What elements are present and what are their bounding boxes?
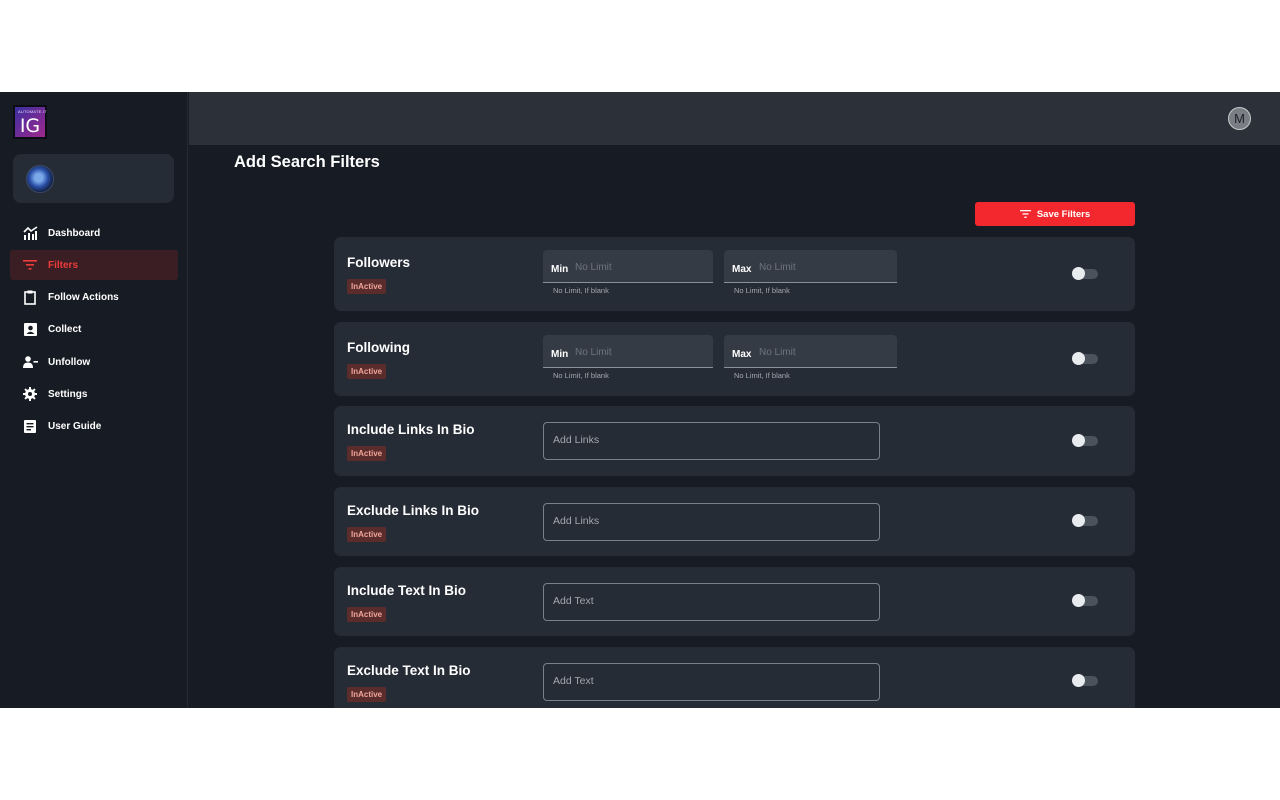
save-filters-button[interactable]: Save Filters xyxy=(975,202,1135,226)
sidebar-nav: Dashboard Filters Follow Actions Collect xyxy=(10,218,178,444)
sidebar-item-label: Collect xyxy=(48,324,82,336)
gear-icon xyxy=(22,386,38,402)
following-min-input[interactable] xyxy=(575,347,685,358)
filter-card-include-text: Include Text In Bio InActive xyxy=(334,567,1135,636)
following-min-field[interactable]: Min xyxy=(543,335,713,368)
include-text-toggle[interactable] xyxy=(1072,594,1098,607)
toggle-knob xyxy=(1072,434,1085,447)
sidebar-item-collect[interactable]: Collect xyxy=(10,315,178,345)
include-links-toggle[interactable] xyxy=(1072,434,1098,447)
followers-toggle[interactable] xyxy=(1072,267,1098,280)
followers-max-field[interactable]: Max xyxy=(724,250,897,283)
include-links-field[interactable] xyxy=(543,422,880,460)
following-toggle[interactable] xyxy=(1072,352,1098,365)
filter-card-exclude-text: Exclude Text In Bio InActive xyxy=(334,647,1135,708)
filter-title: Include Text In Bio xyxy=(347,583,467,598)
filter-card-exclude-links: Exclude Links In Bio InActive xyxy=(334,487,1135,556)
app-window: AUTOMATE.IT IG Dashboard Filters Follow … xyxy=(0,92,1280,708)
sidebar-item-label: Unfollow xyxy=(48,356,91,368)
save-filters-label: Save Filters xyxy=(1036,208,1091,220)
sidebar: AUTOMATE.IT IG Dashboard Filters Follow … xyxy=(0,92,188,708)
sidebar-item-label: Filters xyxy=(48,259,79,271)
sidebar-item-label: User Guide xyxy=(48,421,102,433)
app-logo[interactable]: AUTOMATE.IT IG xyxy=(13,105,47,139)
exclude-links-field[interactable] xyxy=(543,503,880,541)
status-badge: InActive xyxy=(347,527,387,542)
min-help-text: No Limit, If blank xyxy=(553,371,609,380)
include-text-field[interactable] xyxy=(543,583,880,621)
toggle-knob xyxy=(1072,352,1085,365)
sidebar-item-dashboard[interactable]: Dashboard xyxy=(10,218,178,248)
exclude-text-input[interactable] xyxy=(553,675,853,687)
status-badge: InActive xyxy=(347,279,387,294)
sidebar-item-follow-actions[interactable]: Follow Actions xyxy=(10,283,178,313)
logo-small-text: AUTOMATE.IT xyxy=(18,109,47,114)
account-box-icon xyxy=(22,322,38,338)
exclude-text-toggle[interactable] xyxy=(1072,674,1098,687)
exclude-text-field[interactable] xyxy=(543,663,880,701)
filter-icon xyxy=(1019,210,1031,218)
logo-letters: IG xyxy=(19,115,41,137)
following-max-input[interactable] xyxy=(759,347,869,358)
following-max-field[interactable]: Max xyxy=(724,335,897,368)
filter-title: Exclude Text In Bio xyxy=(347,663,471,678)
top-bar: M xyxy=(189,92,1280,145)
max-label: Max xyxy=(732,264,752,275)
toggle-knob xyxy=(1072,674,1085,687)
sidebar-item-filters[interactable]: Filters xyxy=(10,250,178,281)
filter-card-followers: Followers InActive Min No Limit, If blan… xyxy=(334,237,1135,311)
page-title: Add Search Filters xyxy=(234,153,380,171)
sidebar-item-label: Settings xyxy=(48,388,88,400)
status-badge: InActive xyxy=(347,364,387,379)
min-help-text: No Limit, If blank xyxy=(553,286,609,295)
sidebar-item-settings[interactable]: Settings xyxy=(10,379,178,409)
exclude-links-toggle[interactable] xyxy=(1072,514,1098,527)
filter-title: Followers xyxy=(347,255,411,270)
account-card[interactable] xyxy=(13,154,174,203)
filter-title: Exclude Links In Bio xyxy=(347,503,480,518)
include-links-input[interactable] xyxy=(553,434,853,446)
followers-max-input[interactable] xyxy=(759,262,869,273)
min-label: Min xyxy=(551,349,569,360)
document-icon xyxy=(22,419,38,435)
filter-card-include-links: Include Links In Bio InActive xyxy=(334,406,1135,476)
sidebar-item-user-guide[interactable]: User Guide xyxy=(10,412,178,442)
clipboard-icon xyxy=(22,290,38,306)
toggle-knob xyxy=(1072,267,1085,280)
followers-min-input[interactable] xyxy=(575,262,685,273)
max-help-text: No Limit, If blank xyxy=(734,371,790,380)
filter-title: Include Links In Bio xyxy=(347,422,475,437)
sidebar-item-label: Follow Actions xyxy=(48,292,119,304)
person-remove-icon xyxy=(22,354,38,370)
followers-min-field[interactable]: Min xyxy=(543,250,713,283)
status-badge: InActive xyxy=(347,687,387,702)
account-avatar xyxy=(26,165,54,193)
filter-icon xyxy=(22,257,38,273)
min-label: Min xyxy=(551,264,569,275)
filter-card-following: Following InActive Min No Limit, If blan… xyxy=(334,322,1135,396)
toggle-knob xyxy=(1072,594,1085,607)
toggle-knob xyxy=(1072,514,1085,527)
sidebar-item-unfollow[interactable]: Unfollow xyxy=(10,347,178,377)
chart-trend-icon xyxy=(22,225,38,241)
filter-title: Following xyxy=(347,340,410,355)
status-badge: InActive xyxy=(347,607,387,622)
max-help-text: No Limit, If blank xyxy=(734,286,790,295)
user-avatar[interactable]: M xyxy=(1228,107,1251,130)
status-badge: InActive xyxy=(347,446,387,461)
include-text-input[interactable] xyxy=(553,595,853,607)
max-label: Max xyxy=(732,349,752,360)
sidebar-item-label: Dashboard xyxy=(48,227,101,239)
exclude-links-input[interactable] xyxy=(553,515,853,527)
